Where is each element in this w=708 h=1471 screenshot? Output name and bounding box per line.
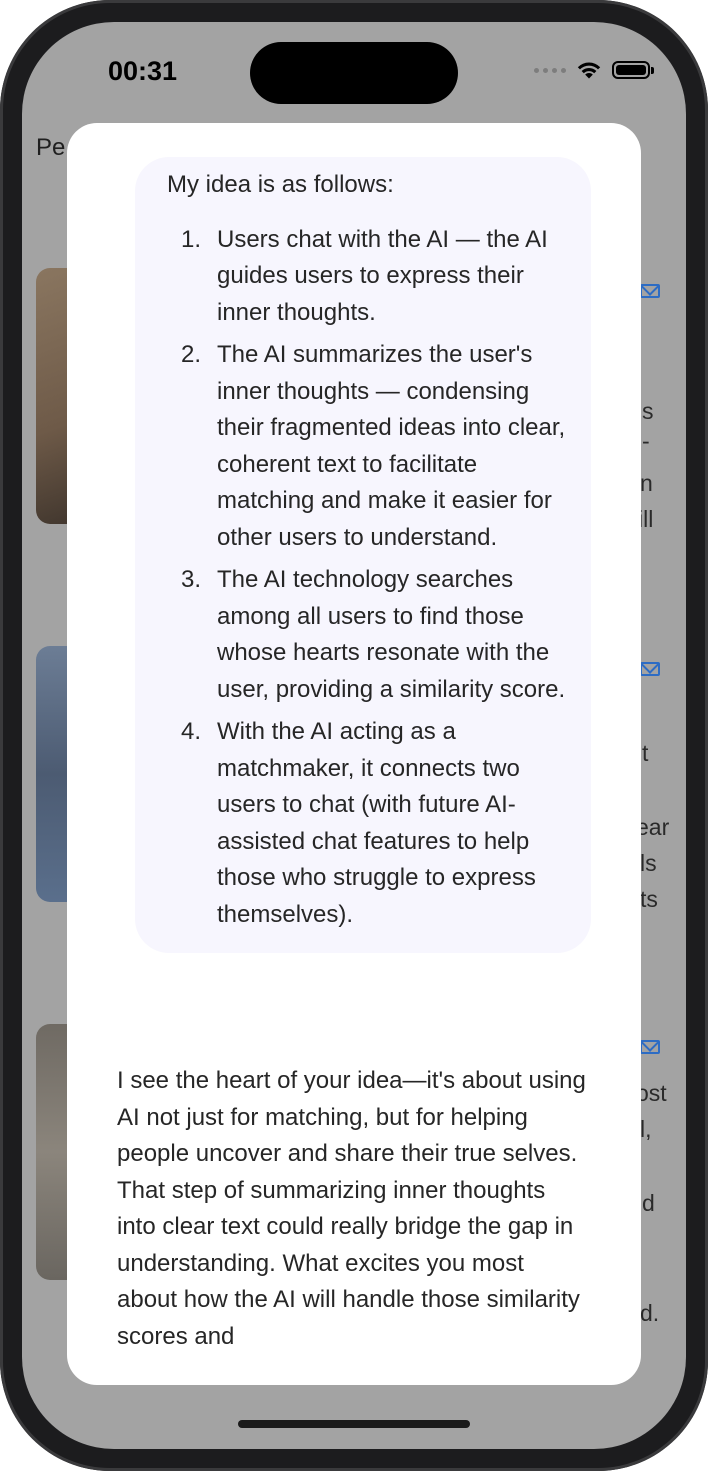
idea-list: 1. Users chat with the AI — the AI guide… xyxy=(167,222,569,934)
battery-icon xyxy=(612,61,654,79)
list-item-number: 1. xyxy=(181,225,202,253)
cellular-signal-icon xyxy=(534,67,566,73)
background-text-fragment: t xyxy=(642,740,649,766)
list-item-text: With the AI acting as a matchmaker, it c… xyxy=(217,718,536,928)
list-item-text: Users chat with the AI — the AI guides u… xyxy=(217,225,548,326)
background-text-fragment: d. xyxy=(640,1300,660,1326)
list-item-number: 4. xyxy=(181,718,202,745)
list-item-text: The AI summarizes the user's inner thoug… xyxy=(217,341,566,551)
screen: Pe s - n ill t ear ls ts ost l, d d. 00:… xyxy=(22,22,686,1449)
background-text-fragment: ls xyxy=(640,850,657,876)
dynamic-island xyxy=(250,42,458,104)
status-icons xyxy=(534,60,654,80)
background-text-fragment: - xyxy=(642,428,650,454)
background-text-fragment: l, xyxy=(640,1116,652,1142)
background-page-title: Pe xyxy=(36,134,66,161)
background-text-fragment: s xyxy=(642,398,654,424)
idea-list-item: 1. Users chat with the AI — the AI guide… xyxy=(167,222,569,332)
idea-list-item: 4. With the AI acting as a matchmaker, i… xyxy=(167,714,569,933)
mail-icon xyxy=(640,1040,660,1054)
phone-frame: Pe s - n ill t ear ls ts ost l, d d. 00:… xyxy=(0,0,708,1471)
home-indicator[interactable] xyxy=(238,1420,470,1428)
mail-icon xyxy=(640,662,660,676)
background-text-fragment: n xyxy=(640,470,653,496)
idea-list-item: 3. The AI technology searches among all … xyxy=(167,562,569,708)
list-item-number: 2. xyxy=(181,341,202,368)
user-message-intro: My idea is as follows: xyxy=(167,171,394,198)
user-message-bubble: My idea is as follows: 1. Users chat wit… xyxy=(135,157,591,953)
assistant-message: I see the heart of your idea—it's about … xyxy=(117,1067,586,1350)
chat-modal[interactable]: My idea is as follows: 1. Users chat wit… xyxy=(67,123,641,1385)
wifi-icon xyxy=(577,62,601,79)
list-item-text: The AI technology searches among all use… xyxy=(217,566,566,703)
list-item-number: 3. xyxy=(181,566,202,593)
idea-list-item: 2. The AI summarizes the user's inner th… xyxy=(167,337,569,556)
background-text-fragment: ts xyxy=(640,886,658,912)
background-text-fragment: d xyxy=(642,1190,655,1216)
status-time: 00:31 xyxy=(108,56,178,86)
mail-icon xyxy=(640,284,660,298)
